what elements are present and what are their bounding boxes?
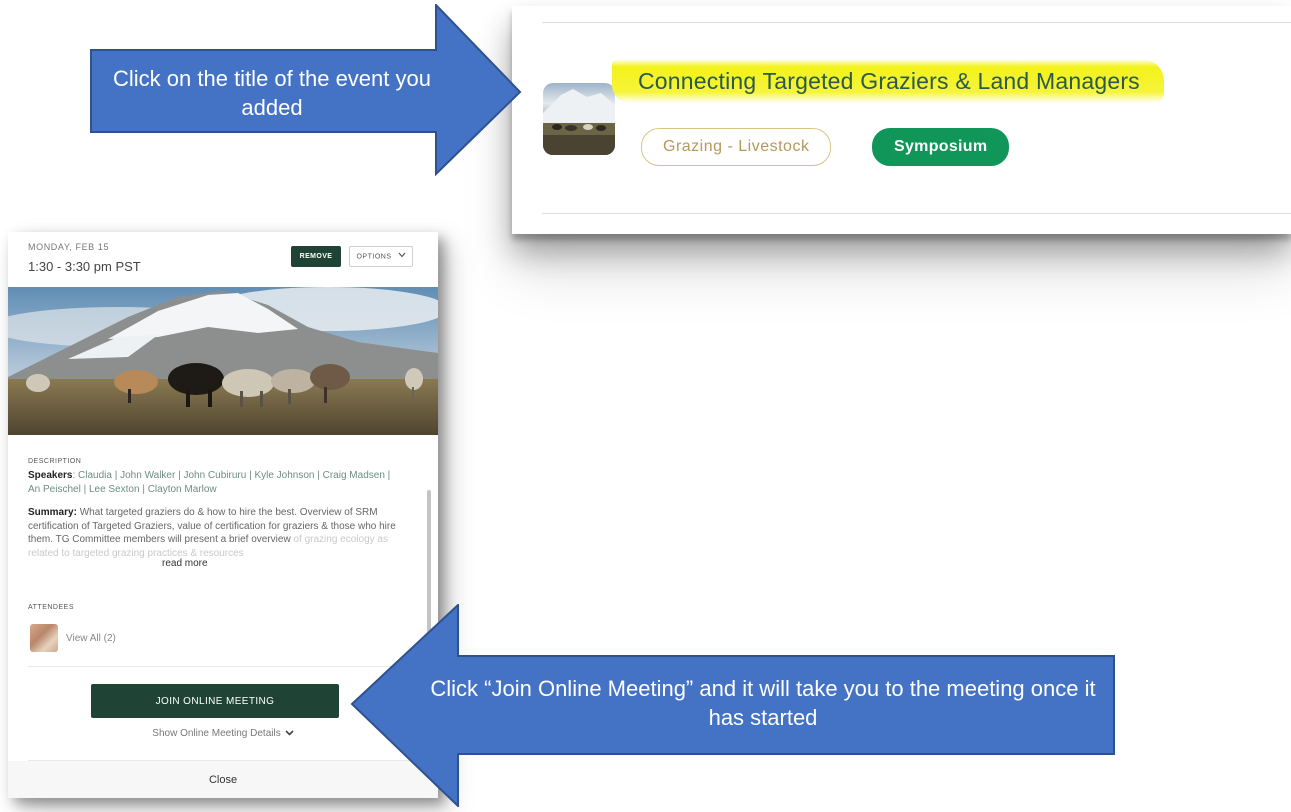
divider xyxy=(542,22,1291,23)
callout-arrow-title: Click on the title of the event you adde… xyxy=(90,2,522,177)
speakers-names: Claudia | John Walker | John Cubiruru | … xyxy=(28,470,391,495)
read-more-link[interactable]: read more xyxy=(160,558,210,569)
description-label: DESCRIPTION xyxy=(28,458,82,465)
event-thumbnail[interactable] xyxy=(543,83,615,155)
callout-text-title: Click on the title of the event you adde… xyxy=(113,66,431,120)
tag-symposium[interactable]: Symposium xyxy=(872,128,1010,166)
options-dropdown[interactable]: OPTIONS xyxy=(349,246,413,267)
tag-grazing-livestock[interactable]: Grazing - Livestock xyxy=(641,128,832,166)
avatar[interactable] xyxy=(30,624,58,652)
chevron-down-icon xyxy=(285,728,294,739)
remove-button[interactable]: REMOVE xyxy=(291,246,341,267)
attendees-label: ATTENDEES xyxy=(28,604,74,611)
view-all-attendees-link[interactable]: View All (2) xyxy=(66,633,116,644)
event-hero-image xyxy=(8,287,438,435)
join-online-meeting-button[interactable]: JOIN ONLINE MEETING xyxy=(91,684,339,718)
summary-label: Summary: xyxy=(28,507,77,518)
summary: Summary: What targeted graziers do & how… xyxy=(28,506,404,560)
show-details-label: Show Online Meeting Details xyxy=(152,728,281,740)
callout-arrow-join: Click “Join Online Meeting” and it will … xyxy=(350,602,1116,809)
speakers-label: Speakers xyxy=(28,470,73,481)
speakers-line: Speakers: Claudia | John Walker | John C… xyxy=(28,470,391,495)
event-date: MONDAY, FEB 15 xyxy=(28,242,110,252)
event-description: Speakers: Claudia | John Walker | John C… xyxy=(28,469,404,560)
event-time: 1:30 - 3:30 pm PST xyxy=(28,259,141,274)
cattle-landscape-photo xyxy=(8,287,438,435)
chevron-down-icon xyxy=(398,247,406,266)
event-list-card: Connecting Targeted Graziers & Land Mana… xyxy=(512,6,1291,234)
options-label: OPTIONS xyxy=(356,253,392,261)
divider xyxy=(542,213,1291,214)
cattle-mountain-photo xyxy=(543,89,615,155)
callout-text-join: Click “Join Online Meeting” and it will … xyxy=(430,676,1096,730)
event-title-link[interactable]: Connecting Targeted Graziers & Land Mana… xyxy=(612,59,1164,103)
